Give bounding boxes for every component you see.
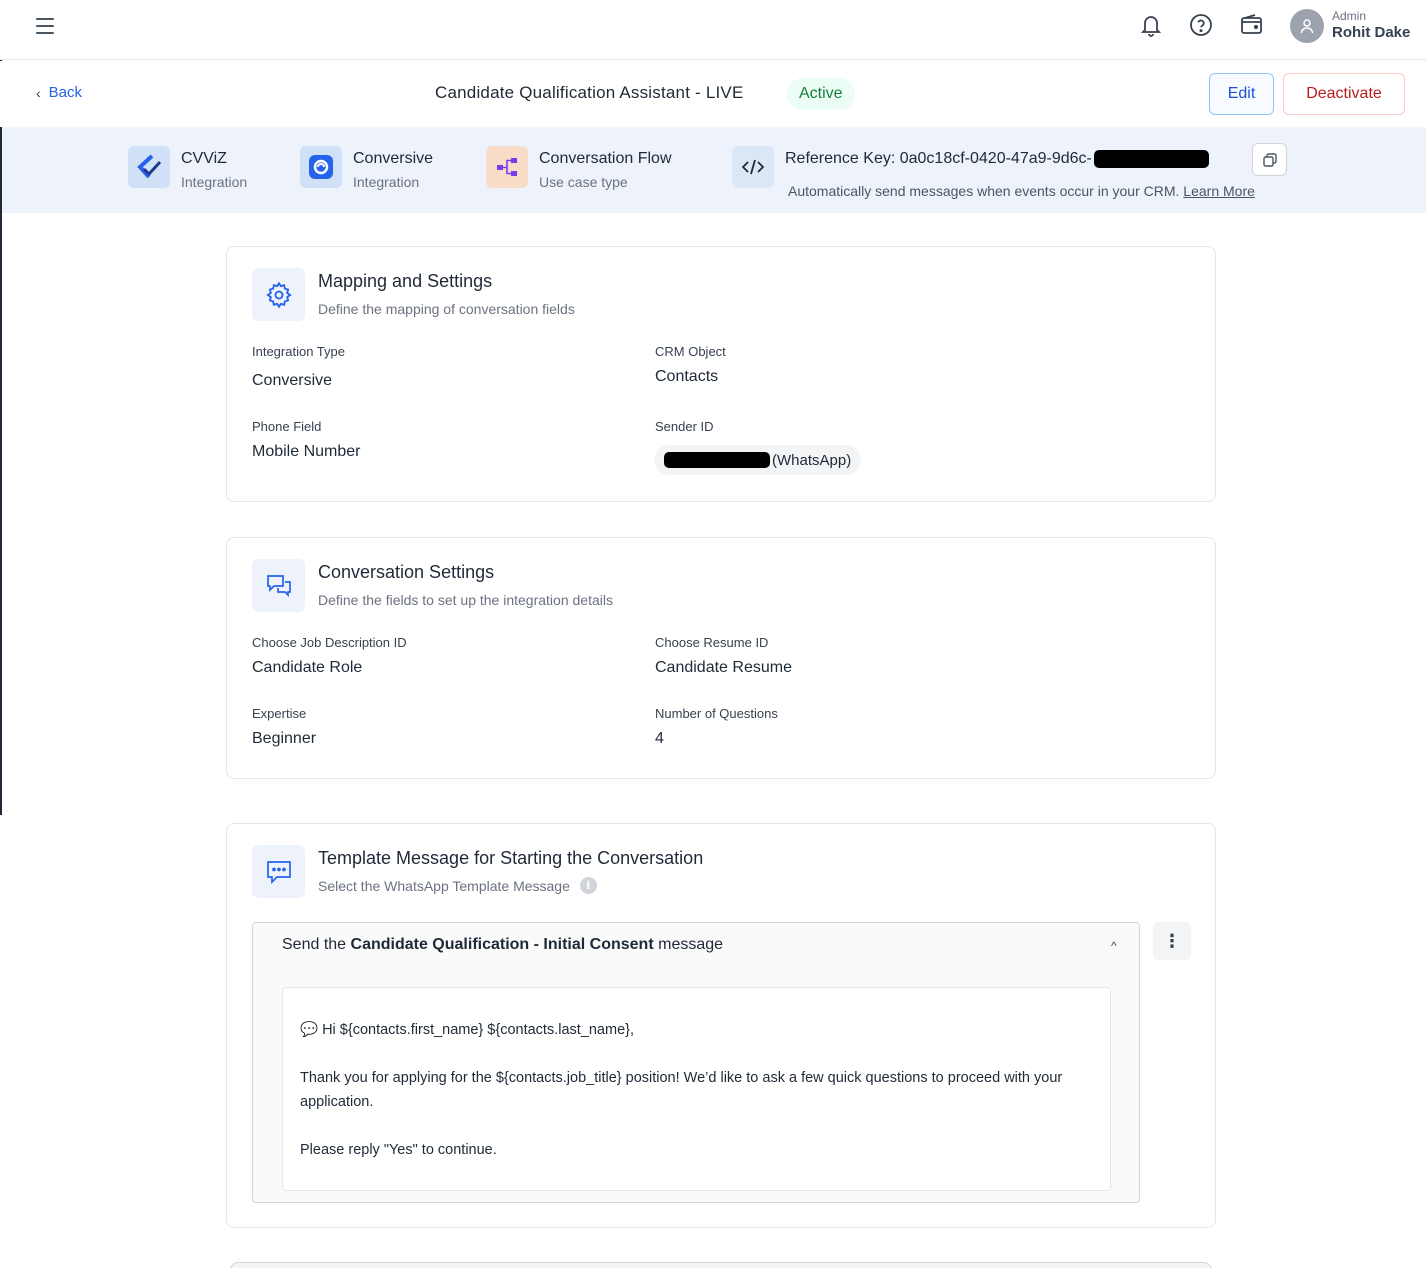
- template-message-card: Template Message for Starting the Conver…: [226, 823, 1216, 1228]
- user-menu[interactable]: Admin Rohit Dake: [1290, 6, 1410, 46]
- strip-subtitle: Integration: [181, 174, 248, 190]
- card-subtitle: Define the fields to set up the integrat…: [318, 592, 613, 608]
- deactivate-button[interactable]: Deactivate: [1283, 73, 1405, 115]
- redacted-block: [1093, 150, 1209, 168]
- template-message-preview: 💬 Hi ${contacts.first_name} ${contacts.l…: [282, 987, 1111, 1191]
- top-bar: Admin Rohit Dake: [0, 0, 1426, 60]
- strip-subtitle: Integration: [353, 174, 420, 190]
- sender-id-suffix: (WhatsApp): [772, 451, 852, 469]
- expertise-label: Expertise: [252, 706, 307, 721]
- resume-id-label: Choose Resume ID: [655, 635, 769, 650]
- message-line: Please reply "Yes" to continue.: [300, 1142, 497, 1158]
- strip-item-cvviz: CVViZ Integration: [128, 146, 247, 192]
- template-head-prefix: Send the: [282, 936, 347, 953]
- page-title: Candidate Qualification Assistant - LIVE: [435, 83, 744, 102]
- message-line: Thank you for applying for the ${contact…: [300, 1070, 1063, 1110]
- info-icon[interactable]: i: [579, 877, 597, 894]
- help-icon[interactable]: [1188, 12, 1214, 38]
- back-link[interactable]: ‹ Back: [36, 84, 82, 101]
- expertise-value: Beginner: [252, 730, 317, 747]
- strip-item-reference-key: Reference Key: 0a0c18cf-0420-47a9-9d6c-: [732, 146, 1209, 188]
- wallet-icon[interactable]: [1239, 12, 1265, 38]
- crm-object-label: CRM Object: [655, 344, 726, 359]
- chevron-up-icon[interactable]: ^: [1111, 939, 1117, 953]
- next-card-edge: [230, 1262, 1212, 1268]
- description-text: Automatically send messages when events …: [788, 183, 1180, 199]
- user-name: Rohit Dake: [1332, 24, 1411, 41]
- bell-icon[interactable]: [1138, 12, 1164, 38]
- phone-field-label: Phone Field: [252, 419, 322, 434]
- crm-object-value: Contacts: [655, 368, 719, 385]
- status-badge: Active: [787, 78, 855, 110]
- phone-field-value: Mobile Number: [252, 443, 361, 460]
- code-icon: [732, 146, 774, 188]
- reference-key: Reference Key: 0a0c18cf-0420-47a9-9d6c-: [785, 146, 1209, 172]
- integration-type-label: Integration Type: [252, 344, 345, 359]
- conversation-settings-card: Conversation Settings Define the fields …: [226, 537, 1216, 779]
- card-title: Conversation Settings: [318, 562, 495, 582]
- edit-button[interactable]: Edit: [1209, 73, 1274, 115]
- more-options-icon[interactable]: ⋮: [1153, 922, 1191, 960]
- strip-title: Conversive: [353, 150, 434, 167]
- strip-title: CVViZ: [181, 150, 227, 167]
- strip-item-conversation-flow: Conversation Flow Use case type: [486, 146, 672, 192]
- integration-type-value: Conversive: [252, 372, 333, 389]
- hamburger-menu-icon[interactable]: [30, 14, 60, 40]
- card-subtitle: Select the WhatsApp Template Message i: [318, 877, 597, 894]
- copy-button[interactable]: [1252, 143, 1287, 176]
- reference-key-text: Reference Key: 0a0c18cf-0420-47a9-9d6c-: [785, 150, 1092, 167]
- settings-gear-icon: [252, 268, 305, 321]
- strip-title: Conversation Flow: [539, 150, 672, 167]
- message-icon: [252, 845, 305, 898]
- card-subtitle-text: Select the WhatsApp Template Message: [318, 877, 570, 894]
- sender-id-pill: (WhatsApp): [654, 445, 862, 475]
- learn-more-link[interactable]: Learn More: [1183, 183, 1255, 199]
- card-title: Mapping and Settings: [318, 271, 493, 291]
- job-description-value: Candidate Role: [252, 659, 363, 676]
- job-description-label: Choose Job Description ID: [252, 635, 407, 650]
- template-name: Candidate Qualification - Initial Consen…: [350, 936, 654, 953]
- conversive-logo-icon: [300, 146, 342, 188]
- questions-label: Number of Questions: [655, 706, 778, 721]
- flow-icon: [486, 146, 528, 188]
- card-title: Template Message for Starting the Conver…: [318, 848, 704, 868]
- chat-bubbles-icon: [252, 559, 305, 612]
- info-strip: CVViZ Integration Conversive Integration…: [2, 128, 1426, 213]
- strip-subtitle: Use case type: [539, 174, 628, 190]
- template-header[interactable]: Send the Candidate Qualification - Initi…: [282, 936, 723, 954]
- chevron-left-icon: ‹: [36, 84, 41, 101]
- card-subtitle: Define the mapping of conversation field…: [318, 301, 575, 317]
- avatar: [1290, 9, 1324, 43]
- back-label: Back: [48, 84, 83, 101]
- redacted-block: [664, 452, 770, 468]
- user-role: Admin: [1332, 9, 1367, 23]
- resume-id-value: Candidate Resume: [655, 659, 792, 676]
- template-head-suffix: message: [658, 936, 724, 953]
- questions-value: 4: [655, 730, 664, 747]
- strip-item-conversive: Conversive Integration: [300, 146, 433, 192]
- page-header: ‹ Back Candidate Qualification Assistant…: [0, 61, 1426, 127]
- reference-description: Automatically send messages when events …: [788, 183, 1255, 199]
- sender-id-label: Sender ID: [655, 419, 714, 434]
- cvviz-logo-icon: [128, 146, 170, 188]
- template-accordion: Send the Candidate Qualification - Initi…: [252, 922, 1140, 1203]
- message-line: 💬 Hi ${contacts.first_name} ${contacts.l…: [300, 1022, 635, 1038]
